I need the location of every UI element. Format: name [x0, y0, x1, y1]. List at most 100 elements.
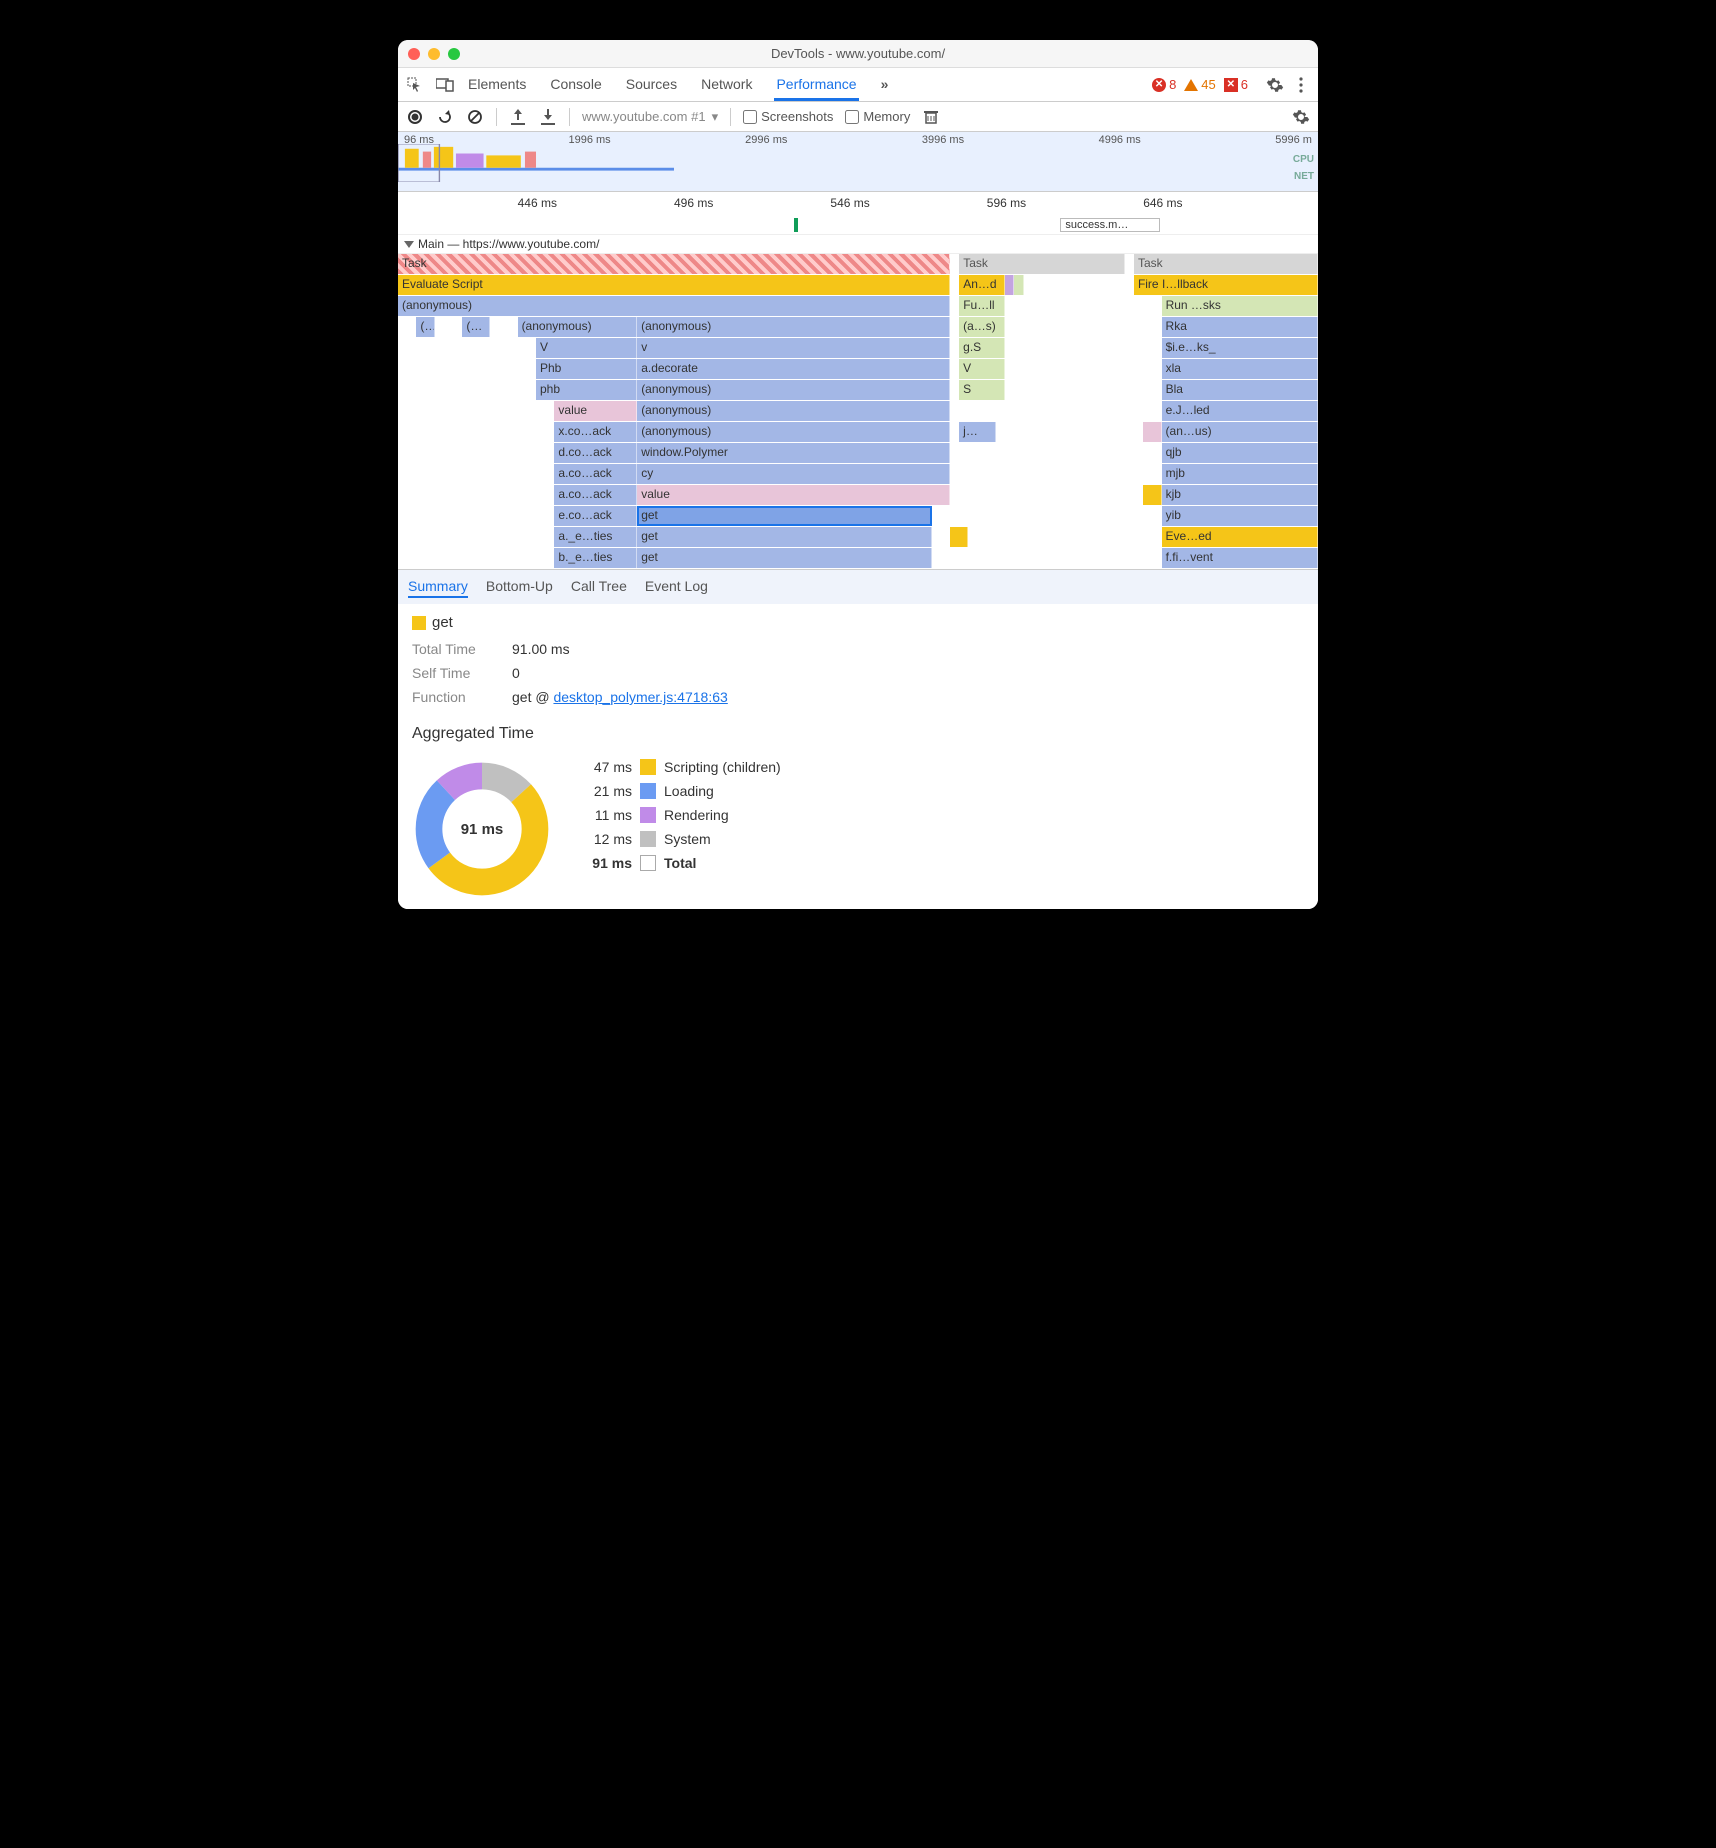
flame-entry[interactable]: Task [1134, 254, 1318, 274]
flame-entry[interactable]: (a…s) [959, 317, 1005, 337]
flame-entry[interactable]: a.co…ack [554, 464, 637, 484]
network-row[interactable]: success.m… [398, 215, 1318, 235]
flame-entry[interactable]: a.decorate [637, 359, 950, 379]
clear-icon[interactable] [466, 108, 484, 126]
flame-entry[interactable]: (an…us) [1162, 422, 1318, 442]
flame-entry[interactable]: a.co…ack [554, 485, 637, 505]
flame-entry[interactable]: Task [398, 254, 950, 274]
flame-entry[interactable]: $i.e…ks_ [1162, 338, 1318, 358]
flame-entry[interactable]: Task [959, 254, 1125, 274]
flame-entry[interactable]: Eve…ed [1162, 527, 1318, 547]
flame-entry[interactable]: Bla [1162, 380, 1318, 400]
settings-icon[interactable] [1292, 108, 1310, 126]
flame-entry[interactable]: (anonymous) [637, 422, 950, 442]
flame-row: value(anonymous) e.J…led [398, 401, 1318, 422]
reload-icon[interactable] [436, 108, 454, 126]
flame-entry[interactable]: v [637, 338, 950, 358]
flame-entry[interactable]: j… [959, 422, 996, 442]
flame-chart[interactable]: TaskTaskTaskEvaluate ScriptAn…dFire I…ll… [398, 254, 1318, 569]
flame-entry[interactable]: phb [536, 380, 637, 400]
tab-elements[interactable]: Elements [466, 70, 528, 100]
flame-gap [398, 548, 554, 568]
critical-count: 6 [1241, 77, 1248, 92]
tab-console[interactable]: Console [548, 70, 603, 100]
network-entry[interactable]: success.m… [1060, 218, 1160, 232]
flame-entry[interactable]: (anonymous) [518, 317, 638, 337]
minimize-icon[interactable] [428, 48, 440, 60]
flame-entry[interactable]: Rka [1162, 317, 1318, 337]
screenshots-checkbox[interactable]: Screenshots [743, 109, 833, 124]
tab-call-tree[interactable]: Call Tree [571, 576, 627, 598]
flame-entry[interactable]: V [959, 359, 1005, 379]
flame-entry[interactable]: value [554, 401, 637, 421]
memory-checkbox[interactable]: Memory [845, 109, 910, 124]
flame-entry[interactable]: x.co…ack [554, 422, 637, 442]
warning-badge[interactable]: 45 [1184, 77, 1215, 92]
gear-icon[interactable] [1266, 76, 1284, 94]
upload-icon[interactable] [509, 108, 527, 126]
flame-entry[interactable]: g.S [959, 338, 1005, 358]
inspect-icon[interactable] [406, 76, 424, 94]
flame-entry[interactable]: (anonymous) [637, 317, 950, 337]
flame-entry[interactable]: Phb [536, 359, 637, 379]
flame-entry[interactable]: f.fi…vent [1162, 548, 1318, 568]
flame-entry[interactable]: value [637, 485, 950, 505]
flame-gap [398, 317, 416, 337]
tab-network[interactable]: Network [699, 70, 754, 100]
flame-entry[interactable]: (anonymous) [398, 296, 950, 316]
flame-entry[interactable]: S [959, 380, 1005, 400]
flame-entry[interactable]: (… [416, 317, 434, 337]
critical-badge[interactable]: ✕6 [1224, 77, 1248, 92]
flame-entry[interactable]: a._e…ties [554, 527, 637, 547]
flame-entry[interactable]: d.co…ack [554, 443, 637, 463]
device-icon[interactable] [436, 76, 454, 94]
flame-gap [1014, 275, 1023, 295]
main-track-header[interactable]: Main — https://www.youtube.com/ [398, 235, 1318, 254]
error-badge[interactable]: ✕8 [1152, 77, 1176, 92]
overview-strip[interactable]: 96 ms 1996 ms 2996 ms 3996 ms 4996 ms 59… [398, 132, 1318, 192]
maximize-icon[interactable] [448, 48, 460, 60]
tab-event-log[interactable]: Event Log [645, 576, 708, 598]
flame-gap [950, 464, 1162, 484]
tab-performance[interactable]: Performance [774, 70, 858, 101]
flame-gap [398, 422, 554, 442]
more-icon[interactable] [1292, 76, 1310, 94]
time-ruler[interactable]: 446 ms 496 ms 546 ms 596 ms 646 ms [398, 192, 1318, 216]
flame-entry[interactable]: e.co…ack [554, 506, 637, 526]
flame-entry[interactable]: Run …sks [1162, 296, 1318, 316]
record-icon[interactable] [406, 108, 424, 126]
function-label: Function [412, 689, 492, 705]
flame-entry[interactable]: cy [637, 464, 950, 484]
flame-entry[interactable]: An…d [959, 275, 1005, 295]
tab-bottom-up[interactable]: Bottom-Up [486, 576, 553, 598]
close-icon[interactable] [408, 48, 420, 60]
flame-entry[interactable]: window.Polymer [637, 443, 950, 463]
flame-entry[interactable]: (anonymous) [637, 380, 950, 400]
flame-gap [1005, 296, 1125, 316]
flame-entry[interactable]: qjb [1162, 443, 1318, 463]
function-link[interactable]: desktop_polymer.js:4718:63 [553, 689, 727, 705]
flame-entry[interactable]: Evaluate Script [398, 275, 950, 295]
more-tabs-button[interactable]: » [879, 70, 891, 100]
chevron-down-icon: ▾ [712, 109, 719, 125]
garbage-collect-icon[interactable] [922, 108, 940, 126]
flame-entry[interactable]: get [637, 548, 931, 568]
flame-entry[interactable]: (anonymous) [637, 401, 950, 421]
flame-entry[interactable]: e.J…led [1162, 401, 1318, 421]
tab-summary[interactable]: Summary [408, 576, 468, 598]
flame-entry[interactable]: xla [1162, 359, 1318, 379]
target-dropdown[interactable]: www.youtube.com #1 ▾ [582, 109, 718, 125]
flame-entry[interactable]: get [637, 506, 931, 526]
flame-entry[interactable]: Fire I…llback [1134, 275, 1318, 295]
flame-entry[interactable]: kjb [1162, 485, 1318, 505]
flame-entry[interactable]: mjb [1162, 464, 1318, 484]
tab-sources[interactable]: Sources [624, 70, 679, 100]
flame-entry[interactable]: b._e…ties [554, 548, 637, 568]
flame-entry[interactable]: get [637, 527, 931, 547]
status-area: ✕8 45 ✕6 [1152, 76, 1310, 94]
download-icon[interactable] [539, 108, 557, 126]
flame-entry[interactable]: yib [1162, 506, 1318, 526]
flame-entry[interactable]: Fu…ll [959, 296, 1005, 316]
flame-entry[interactable]: (a…s) [462, 317, 490, 337]
flame-entry[interactable]: V [536, 338, 637, 358]
